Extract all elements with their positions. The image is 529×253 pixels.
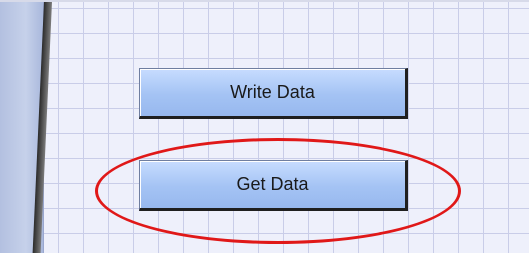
get-data-button[interactable]: Get Data <box>139 160 408 211</box>
design-canvas: Write Data Get Data <box>0 0 529 253</box>
write-data-button[interactable]: Write Data <box>139 68 408 119</box>
